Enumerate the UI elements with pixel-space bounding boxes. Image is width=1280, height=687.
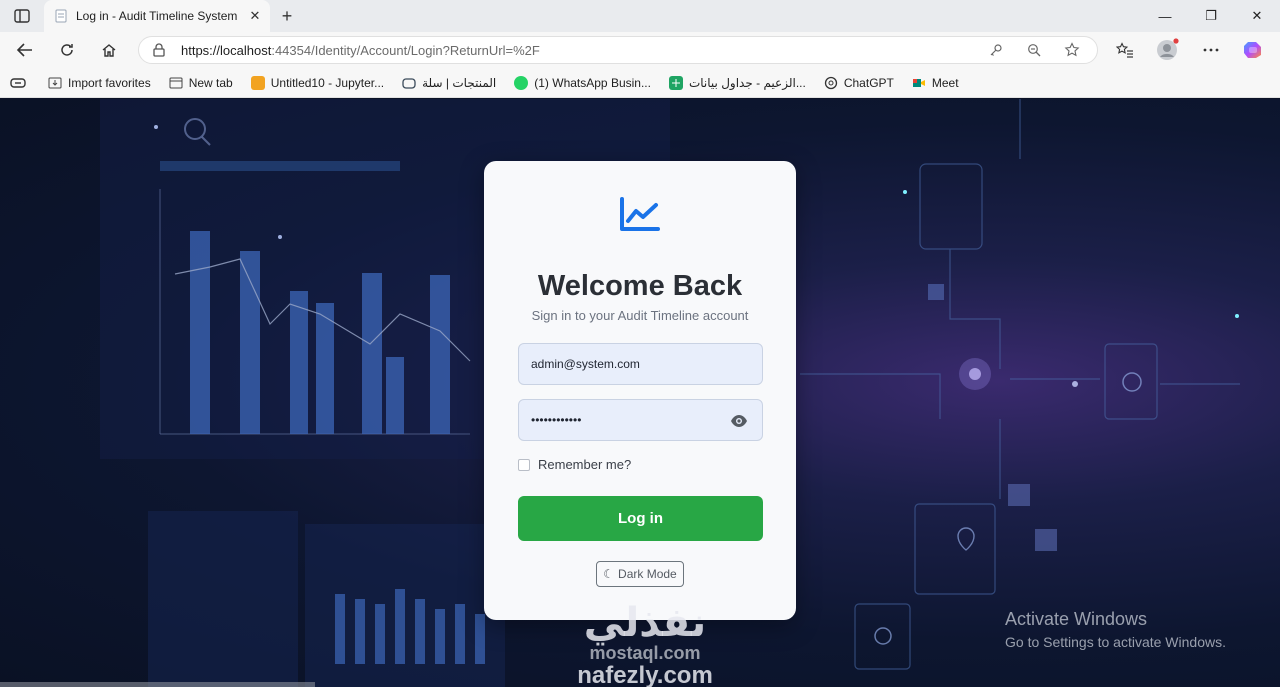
bookmark-meet[interactable]: Meet (912, 76, 959, 90)
watermark-arabic: نفذلي (583, 600, 707, 646)
bookmark-chatgpt[interactable]: ChatGPT (824, 76, 894, 90)
import-icon (48, 76, 62, 90)
login-card: Welcome Back Sign in to your Audit Timel… (484, 161, 796, 620)
tab-actions-icon[interactable] (10, 6, 34, 26)
password-field[interactable]: •••••••••••• (518, 399, 763, 441)
remember-me[interactable]: Remember me? (518, 457, 631, 472)
bookmark-label: Untitled10 - Jupyter... (270, 75, 385, 90)
refresh-icon[interactable] (54, 38, 80, 62)
bookmarks-toggle[interactable] (10, 77, 26, 89)
bookmark-sheets[interactable]: الزعيم - جداول بيانات... (668, 75, 806, 90)
meet-icon (912, 76, 926, 90)
maximize-button[interactable]: ❐ (1188, 0, 1234, 32)
newtab-icon (169, 76, 183, 90)
password-key-icon[interactable] (983, 39, 1009, 61)
page-favicon-icon (54, 9, 68, 23)
profile-avatar-icon[interactable] (1154, 38, 1180, 62)
minimize-button[interactable]: — (1142, 0, 1188, 32)
bookmark-new-tab[interactable]: New tab (169, 76, 233, 90)
activate-windows-title: Activate Windows (1005, 609, 1148, 629)
navigation-bar: https://localhost:44354/Identity/Account… (0, 32, 1280, 68)
page-title: Welcome Back (537, 270, 743, 302)
jupyter-icon (250, 75, 265, 90)
dark-mode-label: Dark Mode (618, 567, 677, 581)
whatsapp-icon (514, 75, 529, 90)
bookmark-jupyter[interactable]: Untitled10 - Jupyter... (250, 75, 385, 90)
bookmark-label: Import favorites (68, 75, 151, 90)
bookmark-label: الزعيم - جداول بيانات... (688, 75, 806, 90)
back-icon[interactable] (12, 38, 38, 62)
home-icon[interactable] (96, 38, 122, 62)
window-controls: — ❐ ✕ (1142, 0, 1280, 32)
bookmarks-bar: Import favorites New tab Untitled10 - Ju… (0, 68, 1280, 98)
url-text[interactable]: https://localhost:44354/Identity/Account… (181, 43, 983, 58)
lock-icon[interactable] (151, 42, 167, 58)
watermark-site-2: nafezly.com (577, 662, 713, 687)
login-page: Welcome Back Sign in to your Audit Timel… (0, 99, 1280, 687)
more-menu-icon[interactable] (1198, 38, 1224, 62)
email-value: admin@system.com (531, 357, 640, 371)
bookmark-label: (1) WhatsApp Busin... (534, 75, 651, 90)
watermark: نفذلي mostaql.com nafezly.com (560, 603, 730, 687)
activate-windows-subtitle: Go to Settings to activate Windows. (1005, 634, 1226, 650)
login-button[interactable]: Log in (518, 496, 763, 541)
bookmark-whatsapp[interactable]: (1) WhatsApp Busin... (514, 75, 651, 90)
watermark-site-1: mostaql.com (589, 643, 701, 663)
new-tab-button[interactable]: + (276, 5, 298, 27)
tab-title: Log in - Audit Timeline System (76, 9, 238, 23)
remember-me-label: Remember me? (538, 457, 632, 472)
url-path: :44354/Identity/Account/Login?ReturnUrl=… (271, 42, 540, 58)
chart-line-icon (618, 195, 662, 235)
close-tab-icon[interactable]: ✕ (244, 5, 266, 27)
browser-tab[interactable]: Log in - Audit Timeline System ✕ (44, 0, 270, 32)
bookmark-label: New tab (188, 75, 233, 90)
moon-icon: ☾ (603, 567, 615, 581)
bookmark-label: Meet (931, 75, 959, 90)
salla-icon (402, 76, 416, 90)
activate-windows-overlay: Activate Windows Go to Settings to activ… (1005, 609, 1226, 650)
bookmark-salla[interactable]: المنتجات | سلة (402, 76, 496, 90)
email-field[interactable]: admin@system.com (518, 343, 763, 385)
page-subtitle: Sign in to your Audit Timeline account (531, 308, 749, 323)
chatgpt-icon (824, 76, 838, 90)
show-password-icon[interactable] (730, 412, 748, 430)
bookmark-label: ChatGPT (843, 75, 894, 90)
bookmark-label: المنتجات | سلة (422, 75, 497, 90)
zoom-icon[interactable] (1021, 39, 1047, 61)
close-window-button[interactable]: ✕ (1234, 0, 1280, 32)
address-bar[interactable]: https://localhost:44354/Identity/Account… (138, 36, 1098, 64)
sheets-icon (668, 75, 683, 90)
password-value: •••••••••••• (531, 413, 582, 427)
copilot-icon[interactable] (1240, 38, 1266, 62)
favorites-icon[interactable] (1112, 38, 1138, 62)
remember-me-checkbox[interactable] (518, 458, 530, 471)
url-host: https://localhost (181, 42, 272, 58)
favorite-star-icon[interactable] (1059, 39, 1085, 61)
tab-strip: Log in - Audit Timeline System ✕ + — ❐ ✕ (0, 0, 1280, 32)
dark-mode-button[interactable]: ☾ Dark Mode (596, 561, 684, 587)
bookmark-import-favorites[interactable]: Import favorites (48, 76, 151, 90)
